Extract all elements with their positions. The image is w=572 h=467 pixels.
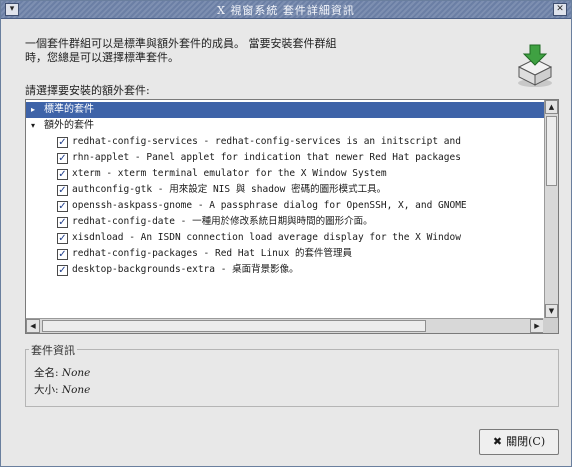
- package-text: redhat-config-services - redhat-config-s…: [72, 136, 461, 147]
- size-value: None: [61, 384, 91, 396]
- package-text: authconfig-gtk - 用來設定 NIS 與 shadow 密碼的圖形…: [72, 184, 387, 195]
- group-label: 額外的套件: [44, 120, 94, 131]
- close-icon: ✕: [556, 4, 564, 14]
- scroll-up-icon[interactable]: ▲: [545, 100, 558, 114]
- collapse-arrow-icon[interactable]: ▾: [31, 118, 41, 134]
- package-info-title: 套件資訊: [29, 342, 77, 358]
- package-row[interactable]: ✓ rhn-applet - Panel applet for indicati…: [26, 150, 544, 166]
- package-text: redhat-config-packages - Red Hat Linux 的…: [72, 248, 353, 259]
- group-row-standard[interactable]: ▸ 標準的套件: [26, 102, 544, 118]
- package-row[interactable]: ✓ openssh-askpass-gnome - A passphrase d…: [26, 198, 544, 214]
- package-row[interactable]: ✓ authconfig-gtk - 用來設定 NIS 與 shadow 密碼的…: [26, 182, 544, 198]
- fullname-label: 全名:: [34, 367, 59, 379]
- package-text: xisdnload - An ISDN connection load aver…: [72, 232, 461, 243]
- fullname-row: 全名: None: [34, 365, 90, 380]
- group-row-extra[interactable]: ▾ 額外的套件: [26, 118, 544, 134]
- package-details-dialog: ▾ X 視窗系統 套件詳細資訊 ✕ 一個套件群組可以是標準與額外套件的成員。 當…: [0, 0, 572, 467]
- horizontal-scroll-thumb[interactable]: [42, 320, 426, 332]
- package-row[interactable]: ✓ xterm - xterm terminal emulator for th…: [26, 166, 544, 182]
- package-row[interactable]: ✓ redhat-config-services - redhat-config…: [26, 134, 544, 150]
- package-text: xterm - xterm terminal emulator for the …: [72, 168, 387, 179]
- package-checkbox[interactable]: ✓: [57, 217, 68, 228]
- scrollbar-corner: [543, 318, 558, 333]
- intro-text: 一個套件群組可以是標準與額外套件的成員。 當要安裝套件群組 時，您總是可以選擇標…: [25, 37, 445, 65]
- package-checkbox[interactable]: ✓: [57, 185, 68, 196]
- package-row[interactable]: ✓ redhat-config-packages - Red Hat Linux…: [26, 246, 544, 262]
- package-checkbox[interactable]: ✓: [57, 201, 68, 212]
- window-title: X 視窗系統 套件詳細資訊: [217, 4, 355, 17]
- package-checkbox[interactable]: ✓: [57, 233, 68, 244]
- expand-arrow-icon[interactable]: ▸: [31, 102, 41, 118]
- fullname-value: None: [61, 367, 91, 379]
- package-checkbox[interactable]: ✓: [57, 153, 68, 164]
- size-row: 大小: None: [34, 382, 90, 397]
- scroll-right-icon[interactable]: ▶: [530, 319, 544, 333]
- scroll-left-icon[interactable]: ◀: [26, 319, 40, 333]
- package-install-icon: [517, 44, 553, 87]
- package-text: desktop-backgrounds-extra - 桌面背景影像。: [72, 264, 299, 275]
- package-text: redhat-config-date - 一種用於修改系統日期與時間的圖形介面。: [72, 216, 373, 227]
- package-text: rhn-applet - Panel applet for indication…: [72, 152, 461, 163]
- size-label: 大小:: [34, 384, 59, 396]
- select-extra-label: 請選擇要安裝的額外套件:: [25, 84, 150, 97]
- package-list[interactable]: ▸ 標準的套件 ▾ 額外的套件 ✓ redhat-config-services…: [25, 99, 559, 334]
- package-checkbox[interactable]: ✓: [57, 265, 68, 276]
- titlebar[interactable]: ▾ X 視窗系統 套件詳細資訊 ✕: [1, 1, 571, 19]
- close-icon: ✖: [492, 435, 503, 448]
- horizontal-scrollbar[interactable]: ◀ ▶: [26, 318, 544, 333]
- package-row[interactable]: ✓ redhat-config-date - 一種用於修改系統日期與時間的圖形介…: [26, 214, 544, 230]
- package-checkbox[interactable]: ✓: [57, 137, 68, 148]
- package-list-rows: ▸ 標準的套件 ▾ 額外的套件 ✓ redhat-config-services…: [26, 100, 544, 318]
- package-checkbox[interactable]: ✓: [57, 169, 68, 180]
- vertical-scroll-thumb[interactable]: [546, 116, 557, 186]
- package-checkbox[interactable]: ✓: [57, 249, 68, 260]
- window-close-button[interactable]: ✕: [553, 3, 567, 16]
- package-row[interactable]: ✓ desktop-backgrounds-extra - 桌面背景影像。: [26, 262, 544, 278]
- vertical-scrollbar[interactable]: ▲ ▼: [544, 100, 558, 318]
- intro-line-2: 時，您總是可以選擇標準套件。: [25, 51, 179, 64]
- scroll-down-icon[interactable]: ▼: [545, 304, 558, 318]
- package-text: openssh-askpass-gnome - A passphrase dia…: [72, 200, 467, 211]
- intro-line-1: 一個套件群組可以是標準與額外套件的成員。 當要安裝套件群組: [25, 37, 337, 50]
- group-label: 標準的套件: [44, 104, 94, 115]
- package-info-frame: [25, 349, 559, 407]
- close-button[interactable]: ✖ 關閉(C): [479, 429, 559, 455]
- close-button-label: 關閉(C): [506, 435, 546, 448]
- package-row[interactable]: ✓ xisdnload - An ISDN connection load av…: [26, 230, 544, 246]
